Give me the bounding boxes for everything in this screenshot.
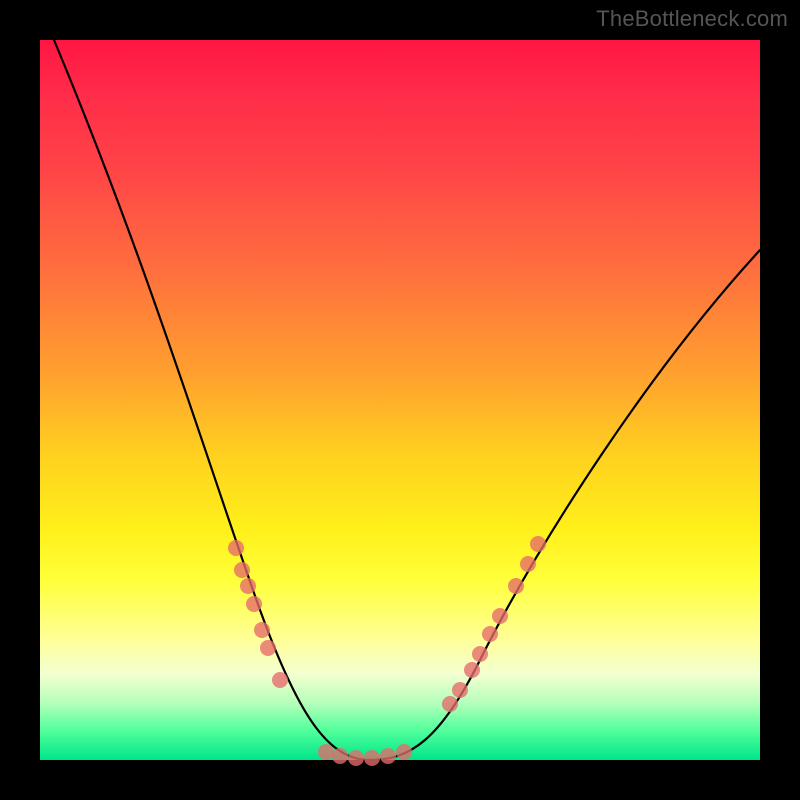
- data-marker: [240, 578, 256, 594]
- outer-frame: TheBottleneck.com: [0, 0, 800, 800]
- chart-svg: [40, 40, 760, 760]
- data-marker: [464, 662, 480, 678]
- data-marker: [508, 578, 524, 594]
- data-marker: [272, 672, 288, 688]
- data-marker: [260, 640, 276, 656]
- data-marker: [254, 622, 270, 638]
- data-marker: [234, 562, 250, 578]
- data-marker: [380, 748, 396, 764]
- data-marker: [396, 744, 412, 760]
- data-marker: [482, 626, 498, 642]
- data-marker: [332, 748, 348, 764]
- watermark-text: TheBottleneck.com: [596, 6, 788, 32]
- plot-area: [40, 40, 760, 760]
- v-curve: [54, 40, 760, 760]
- data-marker: [452, 682, 468, 698]
- data-marker: [520, 556, 536, 572]
- data-marker: [348, 750, 364, 766]
- data-marker: [530, 536, 546, 552]
- data-marker: [228, 540, 244, 556]
- data-marker: [472, 646, 488, 662]
- data-marker: [364, 750, 380, 766]
- data-marker: [492, 608, 508, 624]
- data-marker: [442, 696, 458, 712]
- data-marker: [318, 744, 334, 760]
- data-marker: [246, 596, 262, 612]
